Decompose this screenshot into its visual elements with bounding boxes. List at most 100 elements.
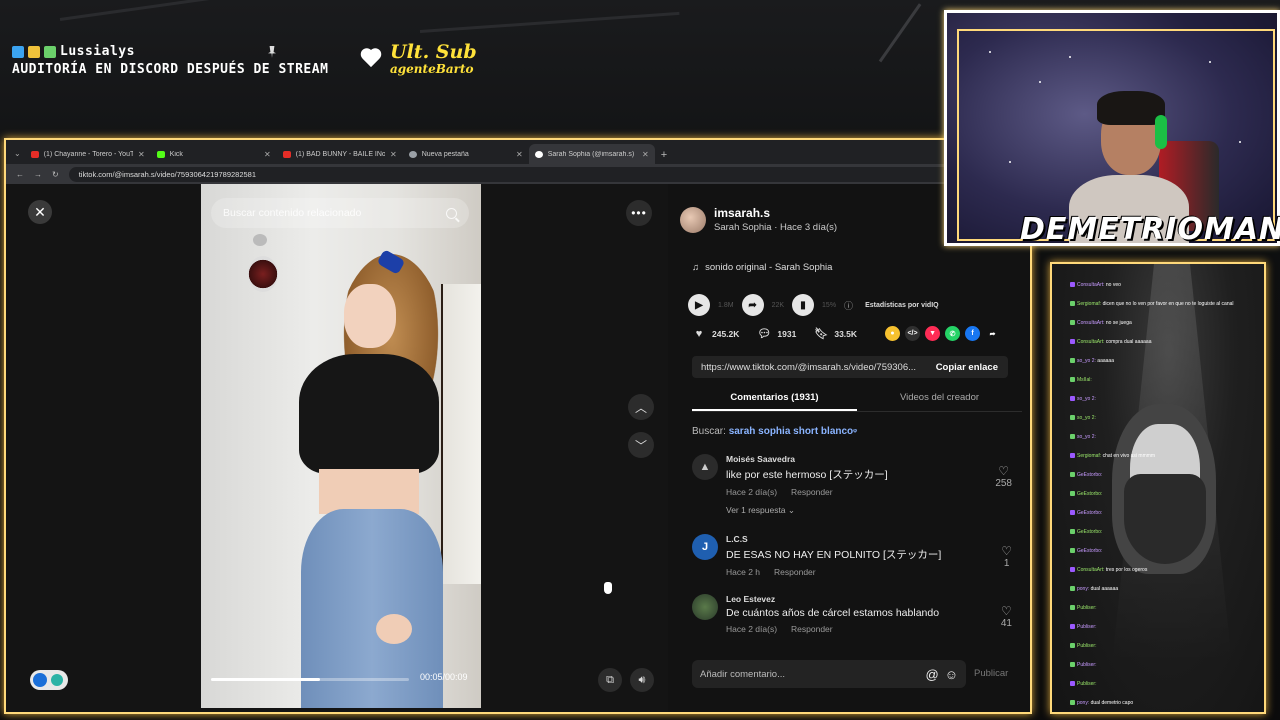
comment-author[interactable]: L.C.S: [726, 534, 941, 544]
heart-outline-icon[interactable]: ♡: [995, 464, 1012, 478]
bookmark-icon[interactable]: 🔖︎: [814, 327, 828, 341]
related-search-input[interactable]: Buscar contenido relacionado: [211, 198, 469, 228]
close-tab-icon[interactable]: ✕: [516, 150, 523, 159]
creator-handle[interactable]: imsarah.s: [714, 206, 837, 220]
like-heart-icon[interactable]: ♥: [692, 327, 706, 341]
chat-username[interactable]: pony:: [1077, 586, 1091, 592]
chat-username[interactable]: Publiser:: [1077, 681, 1096, 687]
copy-link-button[interactable]: Copiar enlace: [926, 362, 1008, 373]
extension-toggle[interactable]: [30, 670, 68, 690]
address-bar: ← → ↻ tiktok.com/@imsarah.s/video/759306…: [6, 164, 1030, 184]
chat-username[interactable]: Publiser:: [1077, 662, 1096, 668]
add-comment-input[interactable]: Añadir comentario... @ ☺: [692, 660, 966, 688]
browser-tab[interactable]: (1) BAD BUNNY - BAILE INoLVI... ✕: [277, 144, 403, 164]
wall-picture: [248, 256, 278, 292]
emoji-icon[interactable]: ☺: [945, 667, 958, 682]
video-progress-bar[interactable]: [211, 678, 409, 681]
play-icon[interactable]: ▶: [688, 294, 710, 316]
close-tab-icon[interactable]: ✕: [390, 150, 397, 159]
avatar[interactable]: J: [692, 534, 718, 560]
coin-icon[interactable]: ●: [885, 326, 901, 341]
comment-likes[interactable]: ♡ 41: [1001, 604, 1012, 629]
creator-info[interactable]: imsarah.s Sarah Sophia · Hace 3 día(s): [680, 206, 837, 233]
volume-icon[interactable]: 🔊︎: [630, 668, 654, 692]
headset: [1155, 115, 1167, 149]
embed-icon[interactable]: </>: [905, 326, 921, 341]
bar-chart-icon[interactable]: ▮: [792, 294, 815, 316]
close-tab-icon[interactable]: ✕: [642, 150, 649, 159]
browser-tab[interactable]: (1) Chayanne - Torero - YouTube ✕: [25, 144, 151, 164]
chat-username[interactable]: so_yo 2:: [1077, 358, 1097, 364]
chat-username[interactable]: ConsultaArt:: [1077, 320, 1106, 326]
chat-username[interactable]: Publiser:: [1077, 624, 1096, 630]
back-icon[interactable]: ←: [16, 170, 24, 179]
url-input[interactable]: tiktok.com/@imsarah.s/video/759306421978…: [68, 166, 956, 182]
tab-creator-videos[interactable]: Videos del creador: [857, 388, 1022, 411]
share-icon[interactable]: ➦: [985, 326, 1000, 341]
video-frame[interactable]: Buscar contenido relacionado: [201, 184, 481, 708]
reply-button[interactable]: Responder: [791, 624, 833, 634]
chat-username[interactable]: GeEstorbo:: [1077, 472, 1102, 478]
chat-message: Publiser:: [1070, 605, 1096, 611]
comment-author[interactable]: Moisés Saavedra: [726, 454, 888, 464]
reply-button[interactable]: Responder: [791, 487, 833, 497]
star: [1209, 61, 1211, 63]
chat-username[interactable]: pony:: [1077, 700, 1091, 706]
reply-button[interactable]: Responder: [774, 567, 816, 577]
search-icon[interactable]: [446, 207, 457, 219]
chat-username[interactable]: ConsultaArt:: [1077, 339, 1106, 345]
mention-icon[interactable]: @: [926, 667, 939, 682]
comment-icon[interactable]: 💬︎: [757, 327, 771, 341]
chat-username[interactable]: so_yo 2:: [1077, 415, 1096, 421]
browser-tab[interactable]: Kick ✕: [151, 144, 277, 164]
whatsapp-icon[interactable]: ✆: [945, 326, 961, 341]
chat-username[interactable]: ConsultaArt:: [1077, 282, 1106, 288]
heart-outline-icon[interactable]: ♡: [1001, 604, 1012, 618]
chat-username[interactable]: Publiser:: [1077, 643, 1096, 649]
browser-tab-active[interactable]: Sarah Sophia (@imsarah.s) ✕: [528, 144, 655, 164]
chat-username[interactable]: Sergiomaf:: [1077, 301, 1103, 307]
close-tab-icon[interactable]: ✕: [264, 150, 271, 159]
forward-icon[interactable]: →: [34, 170, 42, 179]
chat-message: Publiser:: [1070, 662, 1096, 668]
search-keyword[interactable]: sarah sophia short blanco: [729, 426, 853, 437]
chat-username[interactable]: GeEstorbo:: [1077, 491, 1102, 497]
view-replies-button[interactable]: Ver 1 respuesta ⌄: [726, 505, 888, 516]
music-info[interactable]: ♫ sonido original - Sarah Sophia: [692, 262, 832, 273]
chat-username[interactable]: so_yo 2:: [1077, 396, 1096, 402]
chat-username[interactable]: ConsultaArt:: [1077, 567, 1106, 573]
chevron-up-icon[interactable]: ︿: [628, 394, 654, 420]
chat-username[interactable]: GeEstorbo:: [1077, 510, 1102, 516]
reload-icon[interactable]: ↻: [52, 170, 59, 179]
close-icon[interactable]: ✕: [28, 200, 52, 224]
browser-tab[interactable]: Nueva pestaña ✕: [403, 144, 529, 164]
comment-author[interactable]: Leo Estevez: [726, 594, 939, 604]
avatar[interactable]: [692, 594, 718, 620]
facebook-icon[interactable]: f: [965, 326, 981, 341]
search-suggestion[interactable]: Buscar: sarah sophia short blancoᵠ: [692, 426, 857, 437]
publish-button[interactable]: Publicar: [974, 668, 1008, 679]
tab-comments[interactable]: Comentarios (1931): [692, 388, 857, 411]
chat-username[interactable]: GeEstorbo:: [1077, 548, 1102, 554]
chat-username[interactable]: so_yo 2:: [1077, 434, 1096, 440]
avatar[interactable]: [680, 206, 706, 233]
chevron-down-icon[interactable]: ﹀: [628, 432, 654, 458]
close-tab-icon[interactable]: ✕: [138, 150, 145, 159]
video-link[interactable]: https://www.tiktok.com/@imsarah.s/video/…: [692, 362, 926, 373]
comment-likes[interactable]: ♡ 258: [995, 464, 1012, 489]
comment-like-count: 41: [1000, 618, 1012, 629]
share-arrow-icon[interactable]: ➦: [741, 294, 764, 316]
new-tab-button[interactable]: +: [655, 149, 673, 164]
info-icon[interactable]: ⓘ: [844, 299, 853, 312]
pip-icon[interactable]: ⧉: [598, 668, 622, 692]
tab-search-icon[interactable]: ⌄: [14, 149, 21, 158]
heart-outline-icon[interactable]: ♡: [1001, 544, 1012, 558]
comment-likes[interactable]: ♡ 1: [1001, 544, 1012, 569]
chat-username[interactable]: Sergiomaf:: [1077, 453, 1103, 459]
avatar[interactable]: ▲: [692, 454, 718, 480]
chat-username[interactable]: GeEstorbo:: [1077, 529, 1102, 535]
send-icon[interactable]: ▼: [925, 326, 941, 341]
chat-username[interactable]: Publiser:: [1077, 605, 1096, 611]
more-options-icon[interactable]: •••: [626, 200, 652, 226]
chat-username[interactable]: MsIIal:: [1077, 377, 1092, 383]
